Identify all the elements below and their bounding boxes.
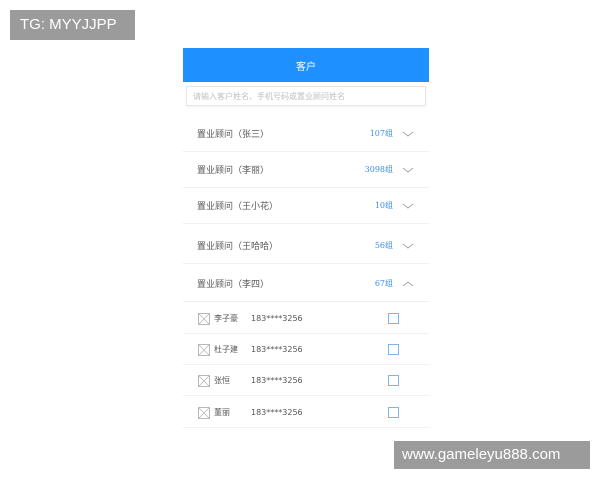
member-phone: 183****3256 (251, 345, 303, 354)
group-count: 10组 (374, 201, 393, 210)
group-row-expanded[interactable]: 置业顾问（李四） 67组 (183, 266, 429, 302)
image-placeholder-icon (198, 406, 210, 419)
group-row[interactable]: 置业顾问（王哈哈） 56组 (183, 228, 429, 264)
member-name: 董丽 (214, 408, 230, 417)
group-label: 置业顾问（王哈哈） (197, 242, 279, 252)
member-row: 李子豪 183****3256 (183, 304, 429, 334)
search-input[interactable] (186, 86, 426, 106)
watermark-bottom-right: www.gameleyu888.com (394, 441, 590, 469)
customer-screen: 客户 置业顾问（张三） 107组 置业顾问（李丽） 3098组 置业顾问（王小花… (183, 48, 429, 428)
group-row[interactable]: 置业顾问（王小花） 10组 (183, 188, 429, 224)
member-phone: 183****3256 (251, 376, 303, 385)
group-count: 107组 (369, 129, 393, 138)
image-placeholder-icon (198, 343, 210, 356)
member-name: 杜子建 (214, 345, 238, 354)
image-placeholder-icon (198, 312, 210, 325)
page-title: 客户 (296, 61, 316, 73)
member-name: 张恒 (214, 376, 230, 385)
group-count: 3098组 (364, 165, 393, 174)
member-name: 李子豪 (214, 314, 238, 323)
member-checkbox[interactable] (388, 375, 399, 386)
page: TG: MYYJJPP 客户 置业顾问（张三） 107组 置业顾问（李丽） 30… (0, 0, 600, 480)
member-checkbox[interactable] (388, 344, 399, 355)
group-row[interactable]: 置业顾问（张三） 107组 (183, 116, 429, 152)
member-phone: 183****3256 (251, 314, 303, 323)
member-phone: 183****3256 (251, 408, 303, 417)
chevron-down-icon[interactable] (401, 241, 415, 251)
member-row: 董丽 183****3256 (183, 398, 429, 428)
chevron-down-icon[interactable] (401, 201, 415, 211)
member-row: 杜子建 183****3256 (183, 335, 429, 365)
group-label: 置业顾问（王小花） (197, 202, 279, 212)
group-count: 67组 (374, 279, 393, 288)
group-count: 56组 (374, 241, 393, 250)
member-row: 张恒 183****3256 (183, 366, 429, 396)
member-checkbox[interactable] (388, 313, 399, 324)
member-checkbox[interactable] (388, 407, 399, 418)
group-label: 置业顾问（李四） (197, 280, 270, 290)
image-placeholder-icon (198, 374, 210, 387)
chevron-up-icon[interactable] (401, 279, 415, 289)
watermark-top-left: TG: MYYJJPP (10, 10, 135, 40)
group-label: 置业顾问（李丽） (197, 166, 270, 176)
header-bar: 客户 (183, 48, 429, 82)
chevron-down-icon[interactable] (401, 129, 415, 139)
chevron-down-icon[interactable] (401, 165, 415, 175)
group-row[interactable]: 置业顾问（李丽） 3098组 (183, 152, 429, 188)
group-label: 置业顾问（张三） (197, 130, 270, 140)
